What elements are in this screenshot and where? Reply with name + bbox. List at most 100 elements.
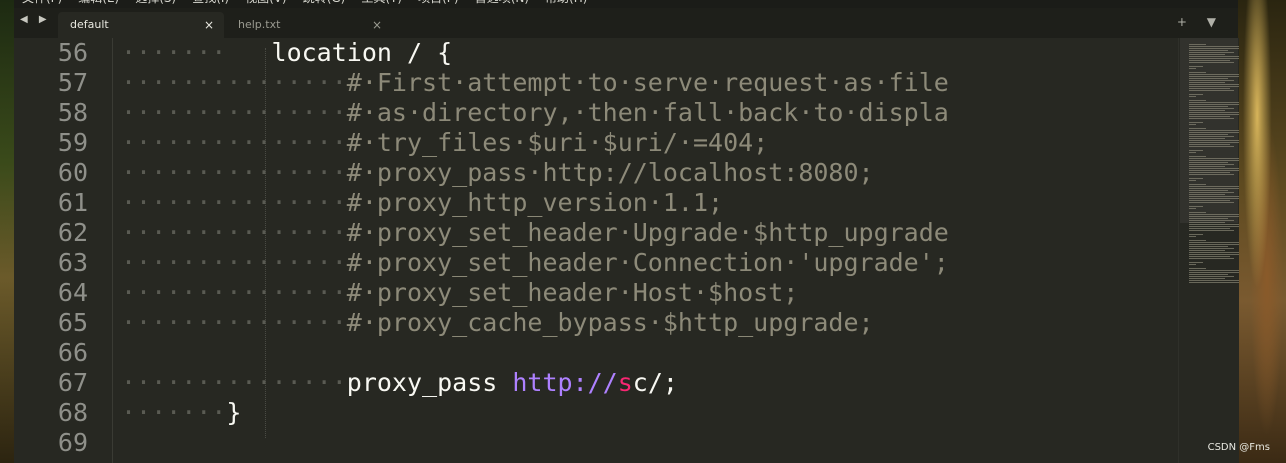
- minimap-line: [1189, 52, 1234, 53]
- menu-item[interactable]: 跳转(G): [295, 0, 354, 8]
- minimap-line: [1189, 190, 1228, 191]
- minimap-line: [1189, 56, 1239, 57]
- menu-item[interactable]: 选择(S): [127, 0, 184, 8]
- minimap-line: [1189, 132, 1239, 133]
- minimap-line: [1189, 108, 1234, 109]
- minimap-line: [1189, 106, 1228, 107]
- gutter-divider: [112, 38, 113, 463]
- tab-nav-arrows-icon[interactable]: ◀ ▶: [20, 14, 51, 25]
- menu-item[interactable]: 帮助(H): [537, 0, 595, 8]
- minimap-line: [1189, 72, 1207, 73]
- code-line: ···············#·as·directory,·then·fall…: [121, 98, 949, 128]
- line-number: 61: [57, 188, 88, 217]
- minimap-line: [1189, 202, 1234, 203]
- minimap-line: [1189, 256, 1230, 257]
- minimap-line: [1189, 192, 1234, 193]
- close-icon[interactable]: ×: [372, 18, 382, 32]
- minimap-line: [1189, 246, 1228, 247]
- minimap-line: [1189, 100, 1207, 101]
- menu-bar: 文件(F)编辑(E)选择(S)查找(I)视图(V)跳转(G)工具(T)项目(P)…: [14, 0, 1238, 8]
- menu-item[interactable]: 查找(I): [184, 0, 237, 8]
- editor-window: 文件(F)编辑(E)选择(S)查找(I)视图(V)跳转(G)工具(T)项目(P)…: [14, 0, 1239, 463]
- code-editor[interactable]: 56 57 58 59 60 61 62 63 64 65 66 67 68 69 ······· loc…: [14, 38, 1178, 463]
- minimap-line: [1189, 186, 1239, 187]
- minimap-line: [1189, 48, 1239, 49]
- code-line: ···············#·try_files·$uri·$uri/·=4…: [121, 128, 768, 158]
- menu-item[interactable]: 项目(P): [410, 0, 467, 8]
- minimap-line: [1189, 166, 1225, 167]
- minimap-line: [1189, 278, 1225, 279]
- minimap-line: [1189, 276, 1234, 277]
- minimap-line: [1189, 74, 1239, 75]
- minimap-line: [1189, 250, 1225, 251]
- minimap-line: [1189, 158, 1239, 159]
- code-comment: #·proxy_set_header·Host·$host;: [346, 278, 799, 307]
- watermark: CSDN @Fms: [1207, 442, 1270, 453]
- minimap-line: [1189, 156, 1207, 157]
- line-number: 56: [57, 38, 88, 67]
- minimap-line: [1189, 178, 1203, 179]
- minimap-line: [1189, 86, 1239, 87]
- minimap-line: [1189, 80, 1234, 81]
- minimap-line: [1189, 66, 1203, 67]
- minimap[interactable]: [1178, 38, 1239, 463]
- menu-item[interactable]: 编辑(E): [70, 0, 127, 8]
- line-number: 65: [57, 308, 88, 337]
- minimap-line: [1189, 168, 1239, 169]
- line-number: 57: [57, 68, 88, 97]
- minimap-line: [1189, 248, 1234, 249]
- menu-item[interactable]: 视图(V): [237, 0, 295, 8]
- minimap-line: [1189, 78, 1228, 79]
- minimap-line: [1189, 218, 1228, 219]
- minimap-line: [1189, 200, 1230, 201]
- minimap-line: [1189, 138, 1225, 139]
- menu-item[interactable]: 文件(F): [14, 0, 70, 8]
- minimap-line: [1189, 124, 1197, 125]
- minimap-line: [1189, 206, 1203, 207]
- tab-tools-icon[interactable]: + ▼: [1177, 15, 1224, 29]
- minimap-line: [1189, 160, 1239, 161]
- code-comment: #·try_files·$uri·$uri/·=404;: [346, 128, 769, 157]
- tab-label: help.txt: [238, 18, 281, 31]
- line-number: 69: [57, 428, 88, 457]
- minimap-line: [1189, 54, 1225, 55]
- menu-item[interactable]: 工具(T): [353, 0, 410, 8]
- minimap-line: [1189, 144, 1230, 145]
- tab-default[interactable]: default ×: [58, 12, 224, 38]
- minimap-line: [1189, 170, 1239, 171]
- minimap-line: [1189, 208, 1197, 209]
- line-number: 68: [57, 398, 88, 427]
- line-number: 67: [57, 368, 88, 397]
- desktop-wallpaper-left: [0, 0, 14, 463]
- close-icon[interactable]: ×: [204, 18, 214, 32]
- minimap-line: [1189, 146, 1234, 147]
- minimap-line: [1189, 198, 1239, 199]
- minimap-line: [1189, 252, 1239, 253]
- minimap-line: [1189, 76, 1239, 77]
- minimap-line: [1189, 58, 1239, 59]
- proxy-pass-host-rest: c/;: [632, 368, 678, 397]
- minimap-line: [1189, 68, 1197, 69]
- minimap-line: [1189, 280, 1239, 281]
- whitespace-markers: ···············: [121, 278, 347, 307]
- minimap-line: [1189, 222, 1225, 223]
- minimap-line: [1189, 116, 1230, 117]
- line-number: 62: [57, 218, 88, 247]
- minimap-line: [1189, 270, 1239, 271]
- tab-help-txt[interactable]: help.txt ×: [226, 12, 392, 38]
- minimap-line: [1189, 140, 1239, 141]
- minimap-line: [1189, 244, 1239, 245]
- code-comment: #·proxy_pass·http://localhost:8080;: [346, 158, 874, 187]
- minimap-line: [1189, 46, 1239, 47]
- line-number: 64: [57, 278, 88, 307]
- minimap-line: [1189, 118, 1234, 119]
- minimap-line: [1189, 212, 1207, 213]
- minimap-line: [1189, 172, 1230, 173]
- minimap-line: [1189, 236, 1197, 237]
- proxy-pass-scheme: http://: [512, 368, 618, 397]
- menu-item[interactable]: 首选项(N): [467, 0, 537, 8]
- whitespace-markers: ·······: [121, 38, 227, 67]
- code-line: ···············#·proxy_pass·http://local…: [121, 158, 874, 188]
- minimap-line: [1189, 234, 1203, 235]
- code-line: ···············#·proxy_set_header·Upgrad…: [121, 218, 949, 248]
